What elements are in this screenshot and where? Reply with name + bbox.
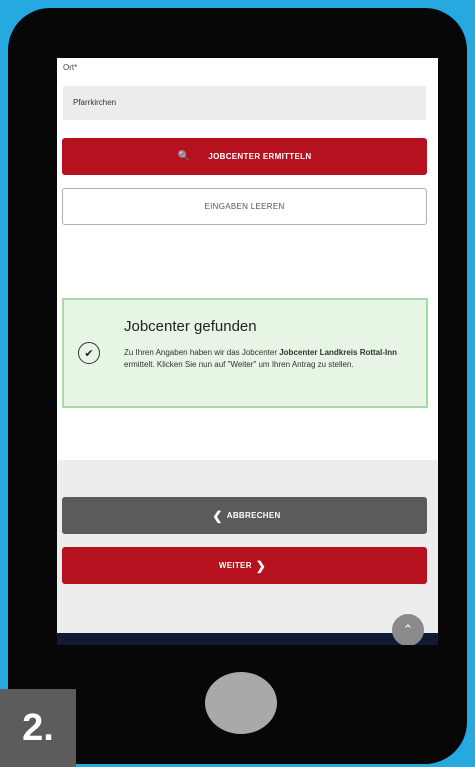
alert-title: Jobcenter gefunden bbox=[124, 318, 257, 335]
alert-text-part1: Zu Ihren Angaben haben wir das Jobcenter bbox=[124, 348, 280, 357]
next-button[interactable]: WEITER ❯ bbox=[62, 547, 427, 584]
alert-text: Zu Ihren Angaben haben wir das Jobcenter… bbox=[124, 347, 414, 371]
alert-text-part2: ermittelt. Klicken Sie nun auf "Weiter" … bbox=[124, 360, 354, 369]
location-input[interactable]: Pfarrkirchen bbox=[63, 86, 426, 120]
chevron-right-icon: ❯ bbox=[255, 558, 267, 573]
clear-inputs-label: EINGABEN LEEREN bbox=[204, 202, 285, 211]
clear-inputs-button[interactable]: EINGABEN LEEREN bbox=[62, 188, 427, 225]
location-field-label: Ort* bbox=[63, 63, 78, 72]
cancel-label: ABBRECHEN bbox=[226, 511, 281, 520]
check-circle-icon: ✔ bbox=[78, 342, 100, 364]
success-alert: ✔ Jobcenter gefunden Zu Ihren Angaben ha… bbox=[62, 298, 428, 408]
scroll-to-top-icon[interactable]: ⌃ bbox=[392, 614, 424, 645]
page-bottom-bar bbox=[57, 633, 438, 645]
chevron-left-icon: ❮ bbox=[212, 508, 223, 523]
find-jobcenter-button[interactable]: 🔍 JOBCENTER ERMITTELN bbox=[62, 138, 427, 175]
phone-screen: Ort* Pfarrkirchen 🔍 JOBCENTER ERMITTELN … bbox=[57, 58, 438, 645]
step-badge: 2. bbox=[0, 689, 76, 767]
phone-frame: Ort* Pfarrkirchen 🔍 JOBCENTER ERMITTELN … bbox=[8, 8, 467, 764]
home-button[interactable] bbox=[205, 672, 277, 734]
magnifier-icon: 🔍 bbox=[177, 151, 191, 162]
alert-text-jobcenter-name: Jobcenter Landkreis Rottal-Inn bbox=[279, 348, 398, 357]
find-jobcenter-label: JOBCENTER ERMITTELN bbox=[208, 152, 312, 161]
cancel-button[interactable]: ❮ ABBRECHEN bbox=[62, 497, 427, 534]
next-label: WEITER bbox=[218, 561, 252, 570]
